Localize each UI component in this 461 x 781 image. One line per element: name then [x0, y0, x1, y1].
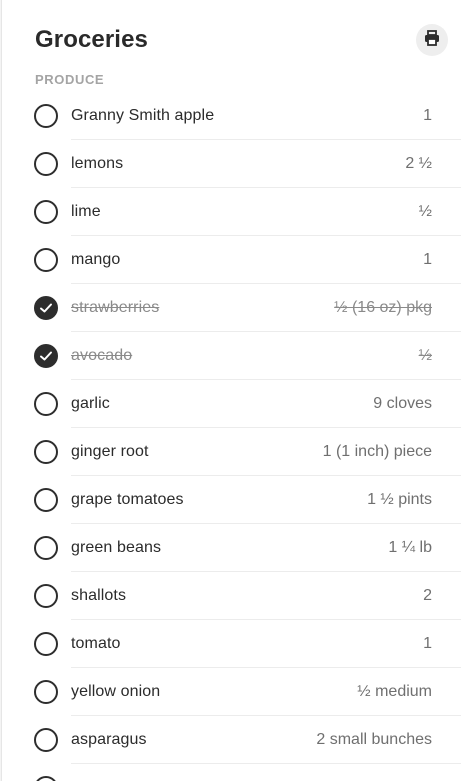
item-quantity: ½ medium [357, 683, 432, 700]
printer-icon [423, 29, 441, 52]
item-name: asparagus [71, 731, 147, 748]
item-checkbox[interactable] [34, 200, 58, 224]
item-checkbox[interactable] [34, 152, 58, 176]
item-name: strawberries [71, 299, 160, 316]
list-item[interactable]: lemons 2 ½ [2, 140, 461, 188]
item-name: grape tomatoes [71, 491, 184, 508]
item-checkbox[interactable] [34, 248, 58, 272]
list-item-body: avocado ½ [71, 332, 461, 380]
list-item-body: mango 1 [71, 236, 461, 284]
list-item-body: grape tomatoes 1 ½ pints [71, 476, 461, 524]
item-quantity: 1 [423, 635, 432, 652]
item-checkbox[interactable] [34, 392, 58, 416]
item-checkbox[interactable] [34, 488, 58, 512]
item-quantity: 1 [423, 107, 432, 124]
list-item-body: lemons 2 ½ [71, 140, 461, 188]
item-name: yellow onion [71, 683, 161, 700]
item-checkbox[interactable] [34, 104, 58, 128]
list-title: Groceries [35, 26, 148, 53]
item-quantity: ½ (16 oz) pkg [334, 299, 432, 316]
item-quantity: 2 ½ [405, 155, 432, 172]
item-checkbox[interactable] [34, 728, 58, 752]
item-name: green beans [71, 539, 162, 556]
list-item-body [71, 764, 461, 781]
item-quantity: 1 ½ pints [367, 491, 432, 508]
list-item-body: yellow onion ½ medium [71, 668, 461, 716]
section-label-produce: PRODUCE [35, 72, 105, 87]
grocery-panel: Groceries PRODUCE Granny Smith apple 1 lem… [1, 0, 461, 781]
item-quantity: ½ [418, 203, 432, 220]
list-item[interactable]: garlic 9 cloves [2, 380, 461, 428]
list-item-body: green beans 1 ¼ lb [71, 524, 461, 572]
list-item-body: tomato 1 [71, 620, 461, 668]
item-quantity: 1 [423, 251, 432, 268]
item-quantity: 1 ¼ lb [388, 539, 432, 556]
item-checkbox[interactable] [34, 632, 58, 656]
list-item-body: garlic 9 cloves [71, 380, 461, 428]
item-name: avocado [71, 347, 133, 364]
grocery-item-list: Granny Smith apple 1 lemons 2 ½ lime ½ mango 1 s… [2, 92, 461, 781]
checked-checkbox[interactable] [34, 296, 58, 320]
item-checkbox[interactable] [34, 776, 58, 781]
list-item[interactable]: avocado ½ [2, 332, 461, 380]
list-item-body: Granny Smith apple 1 [71, 92, 461, 140]
checkmark-icon [40, 303, 52, 313]
list-item[interactable]: ginger root 1 (1 inch) piece [2, 428, 461, 476]
list-item[interactable]: grape tomatoes 1 ½ pints [2, 476, 461, 524]
item-name: lemons [71, 155, 124, 172]
item-name: lime [71, 203, 101, 220]
list-item[interactable]: green beans 1 ¼ lb [2, 524, 461, 572]
item-quantity: 2 small bunches [316, 731, 432, 748]
item-quantity: 9 cloves [373, 395, 432, 412]
list-item-body: lime ½ [71, 188, 461, 236]
list-item[interactable]: shallots 2 [2, 572, 461, 620]
list-item[interactable]: strawberries ½ (16 oz) pkg [2, 284, 461, 332]
item-name: ginger root [71, 443, 149, 460]
item-quantity: 2 [423, 587, 432, 604]
list-item[interactable]: lime ½ [2, 188, 461, 236]
item-name: garlic [71, 395, 110, 412]
list-item[interactable]: Granny Smith apple 1 [2, 92, 461, 140]
item-checkbox[interactable] [34, 440, 58, 464]
item-checkbox[interactable] [34, 680, 58, 704]
item-checkbox[interactable] [34, 584, 58, 608]
checked-checkbox[interactable] [34, 344, 58, 368]
checkmark-icon [40, 351, 52, 361]
item-name: Granny Smith apple [71, 107, 215, 124]
item-quantity: 1 (1 inch) piece [322, 443, 432, 460]
list-item[interactable]: tomato 1 [2, 620, 461, 668]
item-quantity: ½ [418, 347, 432, 364]
list-header: Groceries [35, 24, 461, 58]
item-name: tomato [71, 635, 121, 652]
list-item-body: ginger root 1 (1 inch) piece [71, 428, 461, 476]
item-name: mango [71, 251, 121, 268]
list-item-body: shallots 2 [71, 572, 461, 620]
item-name: shallots [71, 587, 127, 604]
list-item[interactable] [2, 764, 461, 781]
list-item-body: strawberries ½ (16 oz) pkg [71, 284, 461, 332]
list-item[interactable]: mango 1 [2, 236, 461, 284]
list-item-body: asparagus 2 small bunches [71, 716, 461, 764]
print-button[interactable] [416, 24, 448, 56]
list-item[interactable]: yellow onion ½ medium [2, 668, 461, 716]
list-item[interactable]: asparagus 2 small bunches [2, 716, 461, 764]
item-checkbox[interactable] [34, 536, 58, 560]
